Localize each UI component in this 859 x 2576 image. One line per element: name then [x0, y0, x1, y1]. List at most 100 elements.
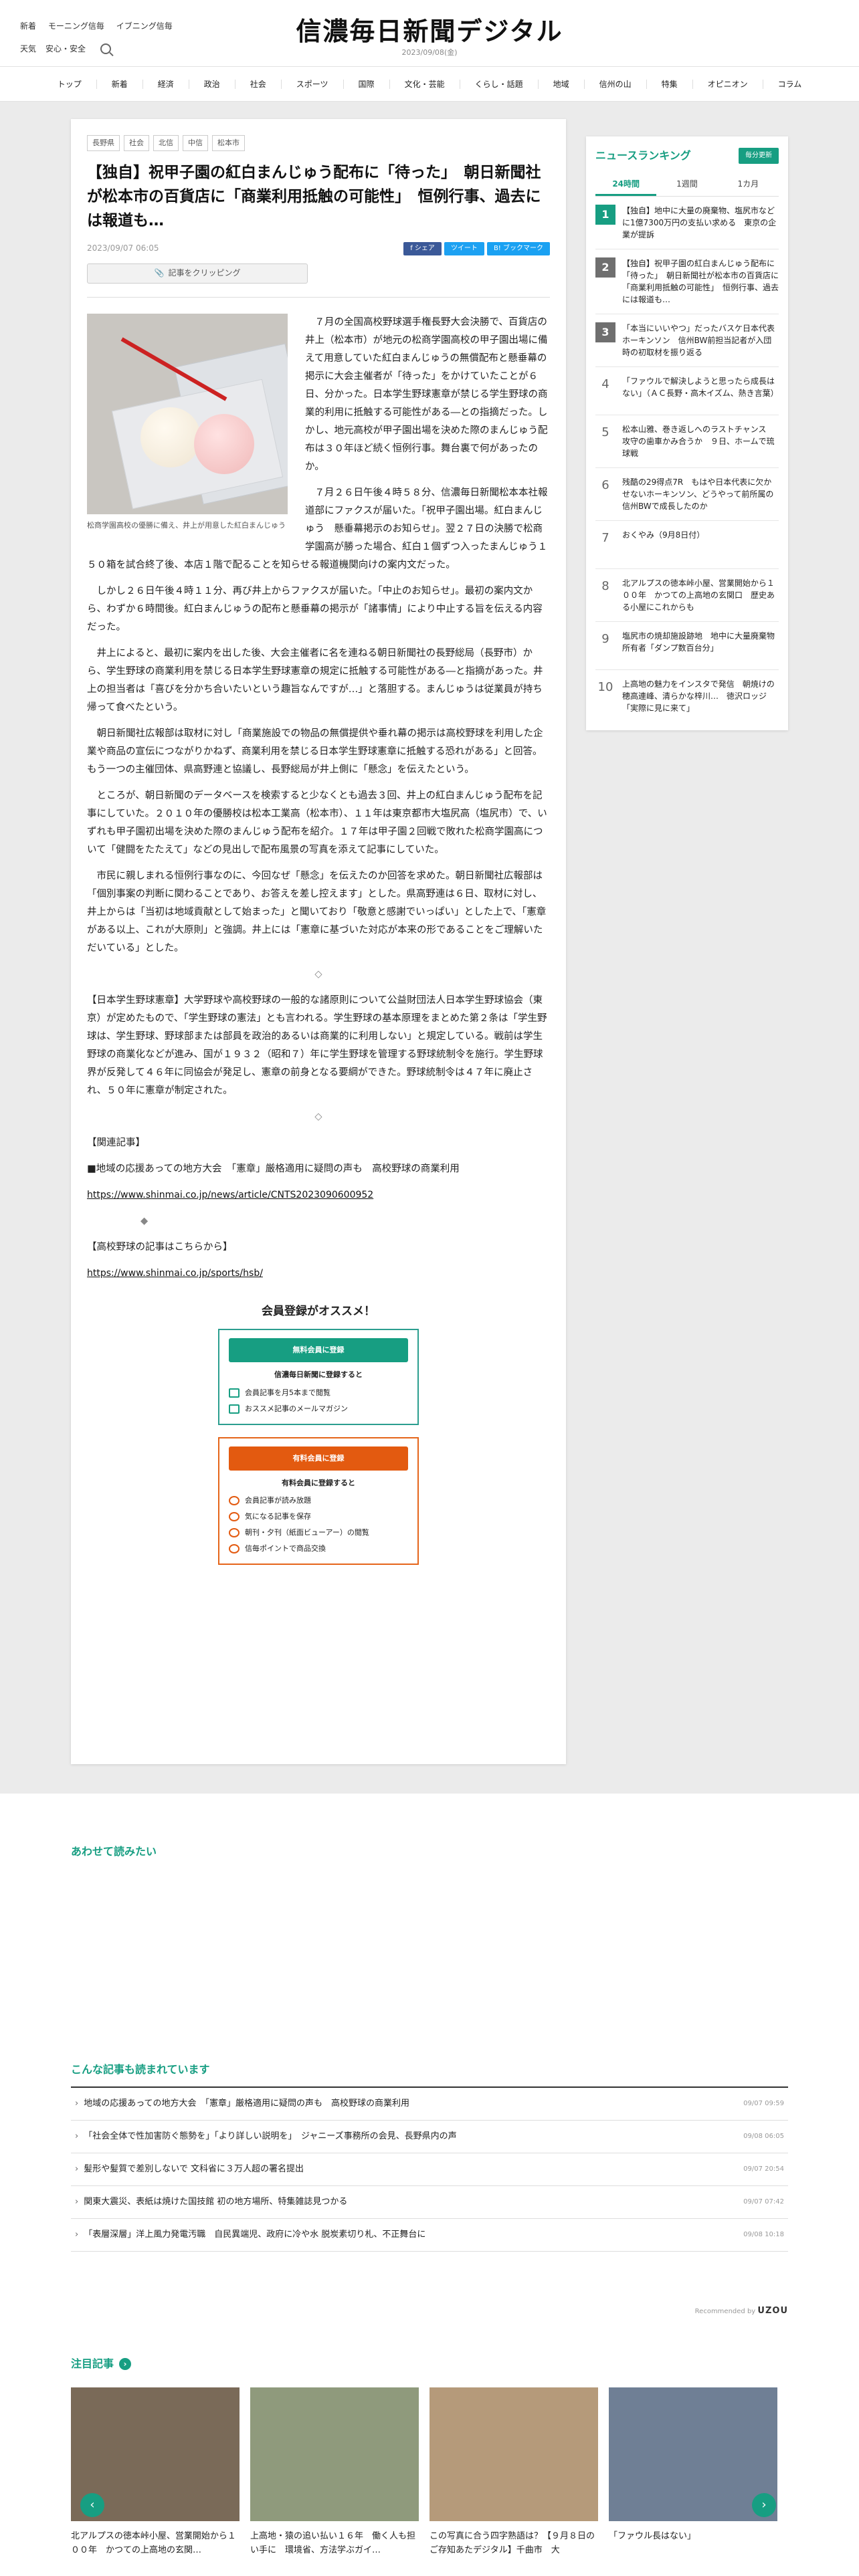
- ranking-item[interactable]: 2 【独自】祝甲子園の紅白まんじゅう配布に「待った」 朝日新聞社が松本市の百貨店に…: [595, 249, 779, 314]
- tag[interactable]: 北信: [153, 135, 179, 151]
- rank-number: 5: [601, 425, 609, 439]
- ranking-item[interactable]: 4 「ファウルで解決しようと思ったら成長はない」（ＡＣ長野・高木イズム、熱き言葉）: [595, 367, 779, 415]
- ranking-tabs: 24時間 1週間 1カ月: [595, 174, 779, 197]
- rank-text: 塩尻市の焼却施設跡地 地中に大量廃棄物 所有者「ダンプ数百台分」: [622, 631, 783, 653]
- paragraph: 朝日新聞社広報部は取材に対し「商業施設での物品の無償提供や垂れ幕の掲示は高校野球…: [87, 728, 543, 775]
- paragraph: ところが、朝日新聞のデータベースを検索すると少なくとも過去３回、井上の紅白まんじ…: [87, 790, 547, 855]
- nav-mountains[interactable]: 信州の山: [585, 79, 647, 89]
- photo-white-manju: [140, 407, 201, 467]
- paid-member-box: 有料会員に登録 有料会員に登録すると 会員記事が読み放題 気になる記事を保存 朝…: [218, 1436, 419, 1566]
- nav-culture[interactable]: 文化・芸能: [390, 79, 460, 89]
- site-header: 新着 モーニング信毎 イブニング信毎 天気 安心・安全 信濃毎日新聞デジタル 2…: [0, 0, 859, 67]
- recommended-item[interactable]: 「表層深層」洋上風力発電汚職 自民異端児、政府に冷や水 脱炭素切り札、不正舞台に…: [71, 2219, 788, 2252]
- nav-international[interactable]: 国際: [344, 79, 390, 89]
- ranking-item[interactable]: 1 【独自】地中に大量の廃棄物、塩尻市などに1億7300万円の支払い求める 東京の…: [595, 197, 779, 249]
- register-title: 会員登録がオススメ！: [262, 1305, 375, 1318]
- article-tags: 長野県 社会 北信 中信 松本市: [87, 135, 550, 151]
- register-promo: 会員登録がオススメ！ 無料会員に登録 信濃毎日新聞に登録すると 会員記事を月5本…: [87, 1303, 550, 1566]
- photo-red-manju: [194, 414, 254, 474]
- tag[interactable]: 長野県: [87, 135, 120, 151]
- site-logo[interactable]: 信濃毎日新聞デジタル: [0, 16, 859, 47]
- nav-region[interactable]: 地域: [539, 79, 585, 89]
- paid-register-sub: 有料会員に登録すると: [282, 1478, 355, 1487]
- ranking-item[interactable]: 10 上高地の魅力をインスタで発信 朝焼けの穂高連峰、清らかな梓川… 徳沢ロッジ「…: [595, 670, 779, 722]
- nav-opinion[interactable]: オピニオン: [693, 79, 763, 89]
- featured-slide[interactable]: この写真に合う四字熟語は？【９月８日のご存知あたデジタル】千曲市 大: [430, 2387, 598, 2576]
- ranking-header: ニュースランキング 毎分更新: [595, 147, 779, 165]
- header-date: 2023/09/08(金): [401, 48, 458, 57]
- ranking-item[interactable]: 8 北アルプスの徳本峠小屋、営業開始から１００年 かつての上高地の玄関口 歴史ある…: [595, 569, 779, 622]
- paragraph: しかし２６日午後４時１１分、再び井上からファクスが届いた。「中止のお知らせ」。最…: [87, 586, 543, 633]
- recommended-by[interactable]: Recommended by UZOU: [695, 2304, 788, 2319]
- recommended-item[interactable]: 「社会全体で性加害防ぐ態勢を」「より詳しい説明を」 ジャニーズ事務所の会見、長野…: [71, 2121, 788, 2153]
- hsb-heading: 【高校野球の記事はこちらから】: [87, 1242, 233, 1253]
- rank-number: 10: [597, 679, 613, 694]
- explainer-paragraph: 【日本学生野球憲章】大学野球や高校野球の一般的な諸原則について公益財団法人日本学…: [87, 995, 547, 1096]
- related-article-title: ■地域の応援あっての地方大会 「憲章」厳格適用に疑問の声も 高校野球の商業利用: [87, 1164, 460, 1174]
- rank-number: 8: [601, 578, 609, 593]
- nav-top[interactable]: トップ: [43, 79, 97, 89]
- nav-column[interactable]: コラム: [763, 80, 817, 89]
- ranking-item[interactable]: 9 塩尻市の焼却施設跡地 地中に大量廃棄物 所有者「ダンプ数百台分」: [595, 622, 783, 670]
- nav-sports[interactable]: スポーツ: [282, 79, 344, 89]
- hatena-bookmark-button[interactable]: B! ブックマーク: [486, 242, 550, 255]
- tag[interactable]: 中信: [183, 135, 208, 151]
- nav-features[interactable]: 特集: [647, 79, 693, 89]
- recommended-item[interactable]: 関東大震災、表紙は焼けた国技館 初の地方場所、特集雑誌見つかる09/07 07:…: [71, 2186, 788, 2219]
- ranking-item[interactable]: 6 残酷の29得点7R もはや日本代表に欠かせないホーキンソン、どうやって前所属の…: [595, 468, 779, 521]
- related-links: 【関連記事】 ■地域の応援あっての地方大会 「憲章」厳格適用に疑問の声も 高校野…: [87, 1134, 550, 1283]
- rank-number: 6: [601, 477, 609, 492]
- rank-number: 7: [601, 530, 609, 545]
- news-ranking: ニュースランキング 毎分更新 24時間 1週間 1カ月 1 【独自】地中に大量の廃…: [586, 136, 788, 730]
- photo-caption: 松商学園高校の優勝に備え、井上が用意した紅白まんじゅう: [87, 521, 286, 530]
- rank-number: 4: [601, 377, 609, 391]
- main-area: 長野県 社会 北信 中信 松本市 【独自】祝甲子園の紅白まんじゅう配布に「待った…: [0, 102, 859, 1794]
- twitter-share-button[interactable]: ツイート: [444, 242, 484, 255]
- article-card: 長野県 社会 北信 中信 松本市 【独自】祝甲子園の紅白まんじゅう配布に「待った…: [71, 119, 566, 1764]
- rank-text: 残酷の29得点7R もはや日本代表に欠かせないホーキンソン、どうやって前所属の信…: [622, 477, 774, 511]
- clip-article-button[interactable]: 📎 記事をクリッピング: [87, 263, 308, 284]
- article-photo[interactable]: [87, 314, 288, 514]
- rank-text: 「本当にいいやつ」だったバスケ日本代表ホーキンソン 信州BW前担当記者が入団時の…: [622, 323, 775, 357]
- tab-1month[interactable]: 1カ月: [718, 174, 779, 196]
- free-register-button[interactable]: 無料会員に登録: [229, 1338, 408, 1363]
- recommended-item[interactable]: 髪形や髪質で差別しないで 文科省に３万人超の署名提出09/07 20:54: [71, 2153, 788, 2186]
- carousel-prev-button[interactable]: ‹: [80, 2493, 104, 2517]
- ranking-item[interactable]: 3 「本当にいいやつ」だったバスケ日本代表ホーキンソン 信州BW前担当記者が入団時…: [595, 314, 779, 367]
- tab-1week[interactable]: 1週間: [656, 174, 717, 196]
- rank-number: 1: [595, 204, 615, 225]
- ranking-title: ニュースランキング: [595, 149, 691, 162]
- points-icon: [229, 1544, 240, 1554]
- free-benefit: 会員記事を月5本まで閲覧: [229, 1385, 408, 1401]
- recommended-item[interactable]: 地域の応援あっての地方大会 「憲章」厳格適用に疑問の声も 高校野球の商業利用09…: [71, 2088, 788, 2121]
- paid-benefit: 信毎ポイントで商品交換: [229, 1541, 408, 1557]
- rank-text: 「ファウルで解決しようと思ったら成長はない」（ＡＣ長野・高木イズム、熱き言葉）: [622, 376, 779, 398]
- related-article-link[interactable]: https://www.shinmai.co.jp/news/article/C…: [87, 1190, 373, 1200]
- nav-economy[interactable]: 経済: [143, 79, 189, 89]
- featured-slide[interactable]: 上高地・猿の追い払い１６年 働く人も担い手に 環境省、方法学ぶガイ…: [250, 2387, 419, 2576]
- global-nav: トップ 新着 経済 政治 社会 スポーツ 国際 文化・芸能 くらし・話題 地域 …: [0, 67, 859, 102]
- nav-society[interactable]: 社会: [235, 79, 282, 89]
- rank-number: 9: [601, 631, 609, 646]
- tag[interactable]: 社会: [124, 135, 149, 151]
- carousel-next-button[interactable]: ›: [752, 2493, 776, 2517]
- featured-slide[interactable]: 「ファウル長はない」: [609, 2387, 777, 2576]
- rank-text: 【独自】地中に大量の廃棄物、塩尻市などに1億7300万円の支払い求める 東京の企…: [622, 205, 777, 239]
- facebook-share-button[interactable]: f シェア: [403, 242, 442, 255]
- nav-politics[interactable]: 政治: [189, 79, 235, 89]
- hsb-link[interactable]: https://www.shinmai.co.jp/sports/hsb/: [87, 1268, 263, 1279]
- ranking-item[interactable]: 5 松本山雅、巻き返しへのラストチャンス 攻守の歯車かみ合うか ９日、ホームで琉球…: [595, 415, 779, 468]
- featured-slide[interactable]: 北アルプスの徳本峠小屋、営業開始から１００年 かつての上高地の玄関…: [71, 2387, 240, 2576]
- nav-life[interactable]: くらし・話題: [460, 79, 539, 89]
- nav-new[interactable]: 新着: [97, 79, 143, 89]
- publish-date: 2023/09/07 06:05: [87, 243, 159, 253]
- free-member-box: 無料会員に登録 信濃毎日新聞に登録すると 会員記事を月5本まで閲覧 おススメ記事…: [218, 1329, 419, 1425]
- paid-register-button[interactable]: 有料会員に登録: [229, 1446, 408, 1471]
- free-benefit: おススメ記事のメールマガジン: [229, 1401, 408, 1417]
- tag[interactable]: 松本市: [212, 135, 245, 151]
- featured-title[interactable]: 注目記事 ›: [71, 2355, 132, 2373]
- ranking-item[interactable]: 7 おくやみ（9月8日付）: [595, 521, 779, 569]
- tab-24h[interactable]: 24時間: [595, 174, 657, 196]
- article-headline: 【独自】祝甲子園の紅白まんじゅう配布に「待った」 朝日新聞社が松本市の百貨店に「…: [87, 164, 541, 229]
- recommended-title: こんな記事も読まれています: [71, 2063, 210, 2076]
